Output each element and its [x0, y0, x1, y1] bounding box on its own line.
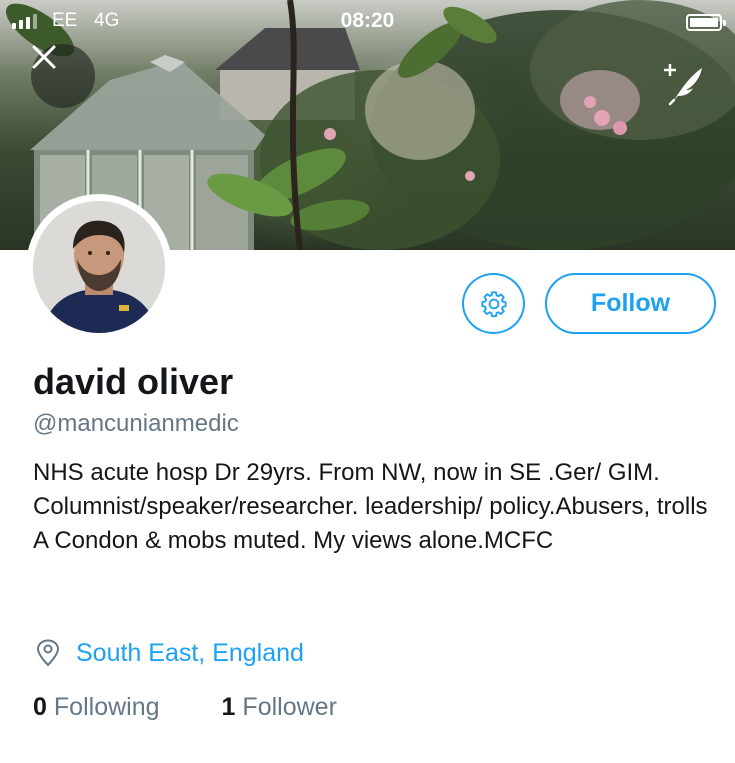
- following-stat[interactable]: 0 Following: [33, 693, 160, 722]
- following-label: Following: [53, 693, 160, 721]
- compose-feather-icon: [664, 64, 702, 106]
- profile-handle: @mancunianmedic: [33, 410, 239, 437]
- followers-label: Follower: [242, 693, 337, 721]
- battery-icon: [686, 14, 726, 31]
- gear-icon: [480, 290, 507, 317]
- status-time: 08:20: [340, 9, 395, 32]
- close-button[interactable]: [31, 44, 95, 108]
- status-bar: EE 4G 08:20: [0, 6, 735, 36]
- followers-stat[interactable]: 1 Follower: [222, 693, 337, 722]
- location-link[interactable]: South East, England: [76, 639, 304, 668]
- following-count: 0: [33, 693, 47, 721]
- profile-location: South East, England: [33, 636, 304, 670]
- profile-avatar[interactable]: [26, 194, 172, 340]
- profile-stats: 0 Following 1 Follower: [33, 693, 337, 722]
- compose-tweet-button[interactable]: [662, 60, 710, 108]
- profile-name: david oliver: [33, 361, 234, 402]
- close-icon: [32, 45, 56, 69]
- followers-count: 1: [221, 693, 236, 721]
- avatar-photo: [33, 201, 165, 333]
- profile-settings-button[interactable]: [462, 273, 525, 334]
- follow-button[interactable]: Follow: [545, 273, 716, 334]
- profile-bio: NHS acute hosp Dr 29yrs. From NW, now in…: [33, 459, 708, 554]
- location-pin-icon: [36, 639, 60, 667]
